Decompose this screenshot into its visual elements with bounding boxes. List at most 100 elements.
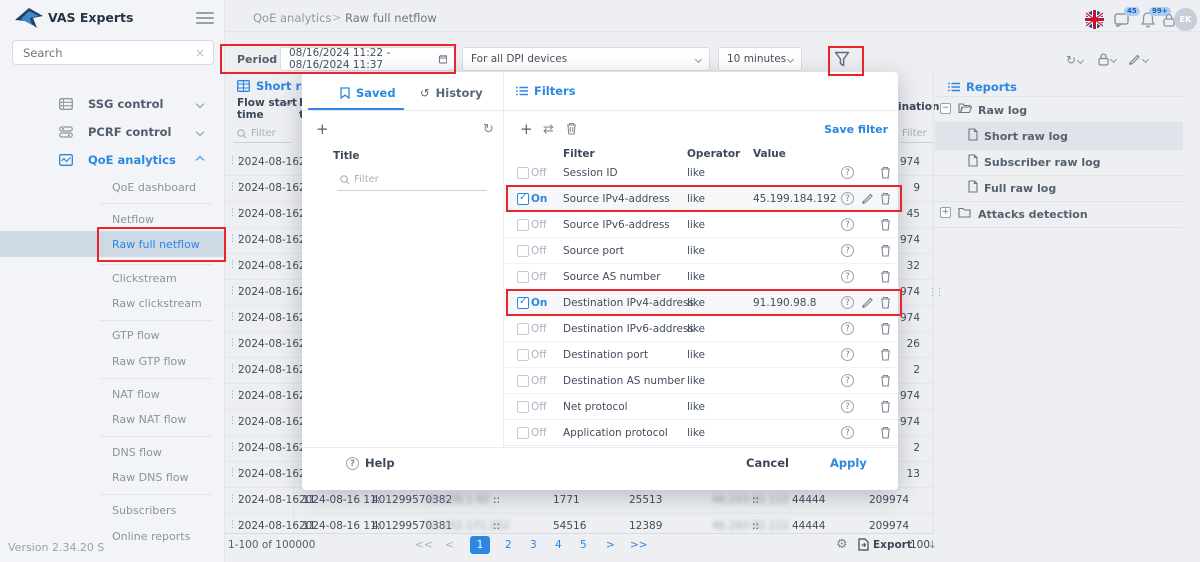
refresh-saved-icon[interactable]: ↻ xyxy=(483,122,494,137)
save-filter-link[interactable]: Save filter xyxy=(824,123,888,136)
trash-icon[interactable] xyxy=(880,166,891,179)
sidebar-item-raw-clickstream[interactable]: Raw clickstream xyxy=(0,290,225,316)
dpi-devices-select[interactable]: For all DPI devices xyxy=(462,47,710,71)
trash-icon[interactable] xyxy=(880,400,891,413)
sidebar-item-raw-full-netflow[interactable]: Raw full netflow xyxy=(0,231,225,257)
sidebar-item-gtp-flow[interactable]: GTP flow xyxy=(0,322,225,348)
help-icon[interactable]: ? xyxy=(841,348,854,361)
filter-row-source-ipv4[interactable]: OnSource IPv4-address like45.199.184.192… xyxy=(503,186,898,212)
sidebar-group-pcrf-control[interactable]: PCRF control xyxy=(0,118,225,146)
sidebar-item-raw-gtp-flow[interactable]: Raw GTP flow xyxy=(0,348,225,374)
filter-checkbox[interactable] xyxy=(517,245,529,257)
filter-row-application-protocol[interactable]: OffApplication protocol like ? xyxy=(503,420,898,446)
sidebar-item-subscribers[interactable]: Subscribers xyxy=(0,497,225,523)
filter-row-destination-ipv6[interactable]: OffDestination IPv6-address like ? xyxy=(503,316,898,342)
page-button[interactable]: 3 xyxy=(530,539,537,551)
column-filter-fragment[interactable]: Filter xyxy=(902,128,927,139)
sidebar-group-ssg-control[interactable]: SSG control xyxy=(0,90,225,118)
schedule-dropdown[interactable] xyxy=(1098,53,1116,66)
help-icon[interactable]: ? xyxy=(841,374,854,387)
search-clear-icon[interactable]: × xyxy=(195,46,205,60)
trash-icon[interactable] xyxy=(566,122,577,135)
filter-checkbox-checked[interactable] xyxy=(517,193,529,205)
first-page-button[interactable]: << xyxy=(415,539,433,551)
add-filter-button[interactable]: + xyxy=(520,120,533,138)
help-icon[interactable]: ? xyxy=(841,296,854,309)
breadcrumb-parent[interactable]: QoE analytics xyxy=(253,11,331,25)
prev-page-button[interactable]: < xyxy=(445,539,454,551)
filter-checkbox[interactable] xyxy=(517,401,529,413)
customize-dropdown[interactable] xyxy=(1128,53,1148,65)
sidebar-item-dns-flow[interactable]: DNS flow xyxy=(0,439,225,465)
apply-button[interactable]: Apply xyxy=(830,456,867,470)
help-button[interactable]: ? Help xyxy=(346,456,395,470)
report-node-attacks-detection[interactable]: Attacks detection xyxy=(978,208,1088,221)
trash-icon[interactable] xyxy=(880,426,891,439)
trash-icon[interactable] xyxy=(880,218,891,231)
page-button[interactable]: 4 xyxy=(555,539,562,551)
help-icon[interactable]: ? xyxy=(841,426,854,439)
filter-row-source-ipv6[interactable]: OffSource IPv6-address like ? xyxy=(503,212,898,238)
page-button[interactable]: 2 xyxy=(505,539,512,551)
last-page-button[interactable]: >> xyxy=(630,539,648,551)
filter-row-source-as[interactable]: OffSource AS number like ? xyxy=(503,264,898,290)
filter-checkbox[interactable] xyxy=(517,323,529,335)
tab-history[interactable]: ↺ History xyxy=(420,86,483,100)
filter-checkbox[interactable] xyxy=(517,219,529,231)
help-icon[interactable]: ? xyxy=(841,218,854,231)
refresh-dropdown[interactable]: ↻ xyxy=(1066,53,1083,67)
trash-icon[interactable] xyxy=(880,348,891,361)
trash-icon[interactable] xyxy=(880,322,891,335)
filter-checkbox[interactable] xyxy=(517,427,529,439)
sidebar-search[interactable]: × xyxy=(12,40,214,65)
report-item-short-raw-log[interactable]: Short raw log xyxy=(984,130,1068,143)
trash-icon[interactable] xyxy=(880,192,891,205)
avatar[interactable]: EK xyxy=(1174,8,1197,31)
help-icon[interactable]: ? xyxy=(841,322,854,335)
export-icon[interactable] xyxy=(858,538,869,551)
reset-filters-icon[interactable]: ⇄ xyxy=(543,122,554,137)
filter-row-destination-as[interactable]: OffDestination AS number like ? xyxy=(503,368,898,394)
filter-checkbox[interactable] xyxy=(517,271,529,283)
sidebar-item-raw-dns-flow[interactable]: Raw DNS flow xyxy=(0,464,225,490)
edit-brush-icon[interactable] xyxy=(861,192,874,204)
filter-funnel-icon[interactable] xyxy=(834,51,850,68)
trash-icon[interactable] xyxy=(880,296,891,309)
sidebar-item-raw-nat-flow[interactable]: Raw NAT flow xyxy=(0,406,225,432)
expand-node-icon[interactable]: + xyxy=(940,207,951,218)
filter-checkbox[interactable] xyxy=(517,167,529,179)
filter-row-source-port[interactable]: OffSource port like ? xyxy=(503,238,898,264)
sidebar-item-netflow[interactable]: Netflow xyxy=(0,206,225,232)
help-icon[interactable]: ? xyxy=(841,192,854,205)
page-button-current[interactable]: 1 xyxy=(470,536,490,554)
filter-checkbox[interactable] xyxy=(517,349,529,361)
help-icon[interactable]: ? xyxy=(841,270,854,283)
trash-icon[interactable] xyxy=(880,270,891,283)
add-saved-filter-button[interactable]: + xyxy=(316,120,329,138)
sidebar-item-qoe-dashboard[interactable]: QoE dashboard xyxy=(0,174,225,200)
panel-resize-handle[interactable]: ⋮⋮ xyxy=(928,288,942,298)
help-icon[interactable]: ? xyxy=(841,244,854,257)
report-node-raw-log[interactable]: Raw log xyxy=(978,104,1027,117)
language-flag-icon[interactable] xyxy=(1085,10,1104,29)
page-button[interactable]: 5 xyxy=(580,539,587,551)
edit-brush-icon[interactable] xyxy=(861,296,874,308)
filter-checkbox[interactable] xyxy=(517,375,529,387)
search-input[interactable] xyxy=(21,45,195,61)
filter-checkbox-checked[interactable] xyxy=(517,297,529,309)
cancel-button[interactable]: Cancel xyxy=(746,456,789,470)
sidebar-collapse-button[interactable] xyxy=(196,12,214,24)
next-page-button[interactable]: > xyxy=(606,539,615,551)
calendar-icon[interactable] xyxy=(439,53,447,65)
table-settings-gear-icon[interactable]: ⚙ xyxy=(836,537,848,552)
report-item-subscriber-raw-log[interactable]: Subscriber raw log xyxy=(984,156,1101,169)
sidebar-item-clickstream[interactable]: Clickstream xyxy=(0,265,225,291)
report-item-full-raw-log[interactable]: Full raw log xyxy=(984,182,1056,195)
help-icon[interactable]: ? xyxy=(841,166,854,179)
page-size-arrow-icon[interactable]: ↓ xyxy=(928,539,937,551)
filter-row-destination-port[interactable]: OffDestination port like ? xyxy=(503,342,898,368)
trash-icon[interactable] xyxy=(880,374,891,387)
interval-select[interactable]: 10 minutes xyxy=(718,47,802,71)
trash-icon[interactable] xyxy=(880,244,891,257)
filter-row-net-protocol[interactable]: OffNet protocol like ? xyxy=(503,394,898,420)
